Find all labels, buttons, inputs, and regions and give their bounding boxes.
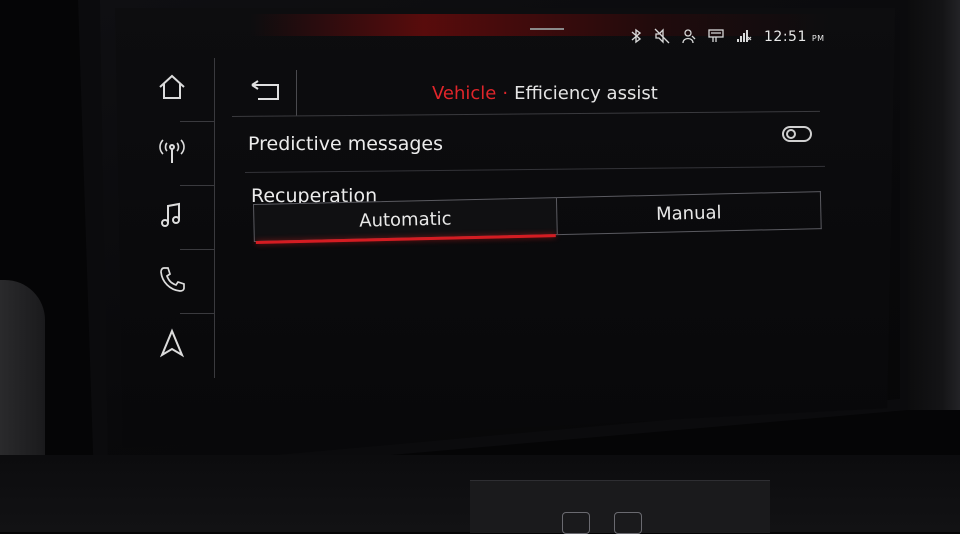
sidebar-item-home[interactable] [132, 58, 212, 120]
recuperation-option-manual[interactable]: Manual [556, 191, 822, 236]
defrost-icon[interactable] [562, 512, 590, 534]
toggle-knob [786, 129, 796, 139]
sidebar-item-phone[interactable] [132, 250, 212, 312]
clock-time: 12:51 [764, 29, 807, 45]
predictive-messages-toggle[interactable] [782, 126, 812, 142]
mute-icon [654, 27, 670, 47]
sidebar-item-radio[interactable] [132, 122, 212, 184]
page-header: Vehicle · Efficiency assist [232, 70, 822, 116]
sidebar-item-navigation[interactable] [132, 314, 212, 376]
music-icon [157, 200, 187, 234]
back-arrow-icon [244, 79, 284, 107]
signal-icon [736, 28, 752, 47]
breadcrumb-parent[interactable]: Vehicle [432, 83, 496, 104]
phone-icon [157, 264, 187, 298]
sidebar-item-music[interactable] [132, 186, 212, 248]
sidebar [132, 58, 215, 378]
home-icon [157, 73, 187, 105]
radio-icon [157, 137, 187, 169]
message-icon [708, 28, 724, 47]
breadcrumb-separator: · [502, 83, 509, 104]
user-icon [682, 28, 696, 47]
clock-ampm: PM [811, 34, 825, 43]
bluetooth-icon [630, 28, 642, 47]
clock: 12:51 PM [764, 29, 825, 45]
predictive-messages-label: Predictive messages [248, 133, 443, 155]
navigation-icon [157, 328, 187, 362]
status-bar: 12:51 PM [630, 26, 825, 48]
dashboard-trim [900, 0, 960, 410]
breadcrumb: Vehicle · Efficiency assist [432, 83, 658, 104]
pull-down-handle[interactable] [530, 28, 564, 30]
power-icon[interactable] [614, 512, 642, 534]
page-title: Efficiency assist [514, 83, 658, 104]
back-button[interactable] [232, 70, 297, 116]
